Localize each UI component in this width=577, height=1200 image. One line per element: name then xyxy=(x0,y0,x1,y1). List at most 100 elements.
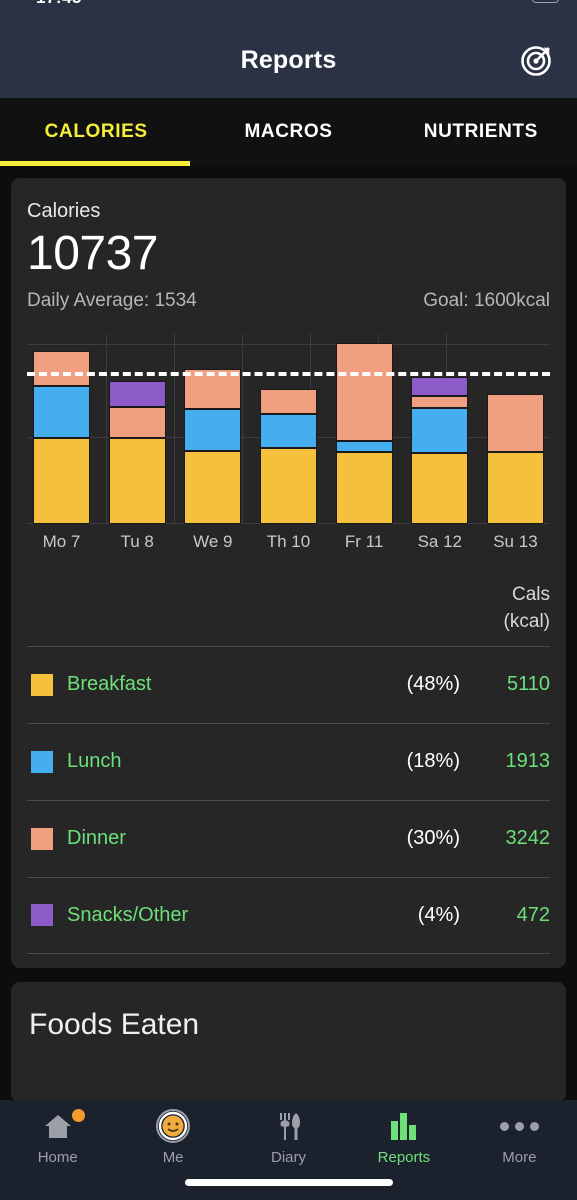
target-goal-icon[interactable] xyxy=(515,38,559,82)
chart-bar-segment xyxy=(33,438,90,524)
chart-x-label: Su 13 xyxy=(493,531,538,551)
chart-bar-segment xyxy=(486,393,544,452)
chart-bar[interactable] xyxy=(33,350,90,524)
chart-bar-segment xyxy=(33,350,90,386)
nav-label-diary: Diary xyxy=(271,1149,307,1166)
bottom-navigation: Home Me Diary Reports More xyxy=(0,1100,577,1200)
bar-chart-icon xyxy=(388,1109,420,1143)
chart-x-label: Fr 11 xyxy=(344,531,384,551)
wifi-icon: ▴ xyxy=(519,0,525,3)
chart-x-label: Sa 12 xyxy=(417,531,462,551)
legend-row[interactable]: Lunch (18%) 1913 xyxy=(27,722,551,800)
chart-bar-segment xyxy=(259,447,317,524)
chart-bar-segment xyxy=(486,451,544,524)
nav-label-reports: Reports xyxy=(377,1149,431,1166)
legend-value: 5110 xyxy=(506,673,550,696)
legend-value: 472 xyxy=(516,903,550,926)
legend-row[interactable]: Dinner (30%) 3242 xyxy=(27,799,551,877)
status-indicators: ▴ xyxy=(490,0,559,3)
chart-bar-segment xyxy=(411,395,469,408)
goal-dashed-line xyxy=(27,371,550,376)
chart-bar-segment xyxy=(335,440,393,452)
chart-x-label: Th 10 xyxy=(266,531,311,551)
chart-bar[interactable] xyxy=(184,368,242,524)
chart-x-label: We 9 xyxy=(193,531,233,551)
ellipsis-icon xyxy=(499,1109,539,1143)
nav-item-me[interactable]: Me xyxy=(115,1109,230,1166)
goal-label: Goal: 1600kcal xyxy=(423,289,550,311)
chart-bar[interactable] xyxy=(335,342,393,524)
chart-bars xyxy=(27,334,550,524)
chart-bar-segment xyxy=(33,386,90,439)
chart-bar-segment xyxy=(108,406,166,439)
legend-color-swatch xyxy=(31,750,53,773)
legend-meal-name: Dinner xyxy=(67,827,126,850)
content-scroll-area[interactable]: Calories 10737 Daily Average: 1534 Goal:… xyxy=(0,166,577,1200)
legend-row[interactable]: Snacks/Other (4%) 472 xyxy=(27,876,550,954)
legend-meal-name: Snacks/Other xyxy=(67,903,189,926)
calories-card: Calories 10737 Daily Average: 1534 Goal:… xyxy=(11,178,566,968)
nav-item-reports[interactable]: Reports xyxy=(346,1109,461,1166)
nav-item-home[interactable]: Home xyxy=(0,1109,115,1166)
legend-percent: (48%) xyxy=(406,673,460,696)
chart-bar-segment xyxy=(335,451,393,524)
chart-bar[interactable] xyxy=(259,388,317,524)
unit-column-header: Cals (kcal) xyxy=(27,582,550,636)
chart-bar-segment xyxy=(259,388,317,414)
chart-x-axis-labels: Mo 7 Tu 8 We 9 Th 10 Fr 11 Sa 12 Su 13 xyxy=(27,532,550,552)
app-header: Reports xyxy=(0,22,577,98)
chart-x-label: Tu 8 xyxy=(120,531,154,551)
calories-bar-chart[interactable] xyxy=(27,333,550,524)
legend-value: 1913 xyxy=(505,750,551,773)
legend-row[interactable]: Breakfast (48%) 5110 xyxy=(27,645,550,723)
chart-bar-segment xyxy=(184,408,242,451)
chart-bar[interactable] xyxy=(486,393,544,524)
calories-card-title: Calories xyxy=(27,200,101,222)
tab-macros[interactable]: MACROS xyxy=(192,121,384,143)
legend-percent: (30%) xyxy=(406,827,460,850)
chart-bar-segment xyxy=(335,342,393,441)
chart-x-label: Mo 7 xyxy=(42,531,81,551)
chart-bar-segment xyxy=(108,381,166,407)
foods-eaten-title: Foods Eaten xyxy=(29,1007,200,1041)
chart-bar-segment xyxy=(411,407,469,454)
unit-header-line1: Cals xyxy=(511,583,550,605)
home-icon xyxy=(43,1109,73,1143)
meal-legend-table: Breakfast (48%) 5110 Lunch (18%) 1913 Dinner (3… xyxy=(27,645,551,954)
legend-color-swatch xyxy=(31,673,53,696)
legend-value: 3242 xyxy=(505,827,551,850)
chart-bar-segment xyxy=(411,376,469,396)
legend-color-swatch xyxy=(31,904,53,927)
daily-average-label: Daily Average: 1534 xyxy=(27,289,197,311)
legend-meal-name: Breakfast xyxy=(67,673,152,696)
chart-bar-segment xyxy=(411,453,469,524)
nav-label-home: Home xyxy=(37,1149,78,1166)
chart-bar-segment xyxy=(108,438,166,524)
nav-item-more[interactable]: More xyxy=(462,1109,577,1166)
tab-nutrients[interactable]: NUTRIENTS xyxy=(385,121,577,143)
avatar-icon xyxy=(156,1109,191,1143)
legend-meal-name: Lunch xyxy=(67,750,122,773)
legend-percent: (18%) xyxy=(406,750,460,773)
status-time: 17:45 xyxy=(36,0,82,8)
calories-meta-row: Daily Average: 1534 Goal: 1600kcal xyxy=(27,290,550,312)
cutlery-icon xyxy=(275,1109,303,1143)
foods-eaten-card[interactable]: Foods Eaten xyxy=(11,981,566,1102)
tab-bar: CALORIES MACROS NUTRIENTS xyxy=(0,98,577,166)
legend-color-swatch xyxy=(31,827,53,850)
unit-header-line2: (kcal) xyxy=(503,610,550,632)
tab-calories[interactable]: CALORIES xyxy=(0,121,192,143)
legend-percent: (4%) xyxy=(417,903,460,926)
nav-item-diary[interactable]: Diary xyxy=(231,1109,346,1166)
calories-total-value: 10737 xyxy=(27,227,158,280)
chart-bar-segment xyxy=(259,413,317,448)
page-title: Reports xyxy=(240,45,337,74)
chart-bar-segment xyxy=(184,450,242,524)
chart-bar[interactable] xyxy=(108,381,166,524)
nav-label-me: Me xyxy=(162,1149,184,1166)
nav-label-more: More xyxy=(502,1149,537,1166)
home-badge-dot xyxy=(71,1109,85,1122)
chart-bar[interactable] xyxy=(411,376,469,524)
battery-icon xyxy=(532,0,559,3)
status-bar: 17:45 ▴ xyxy=(0,0,577,22)
